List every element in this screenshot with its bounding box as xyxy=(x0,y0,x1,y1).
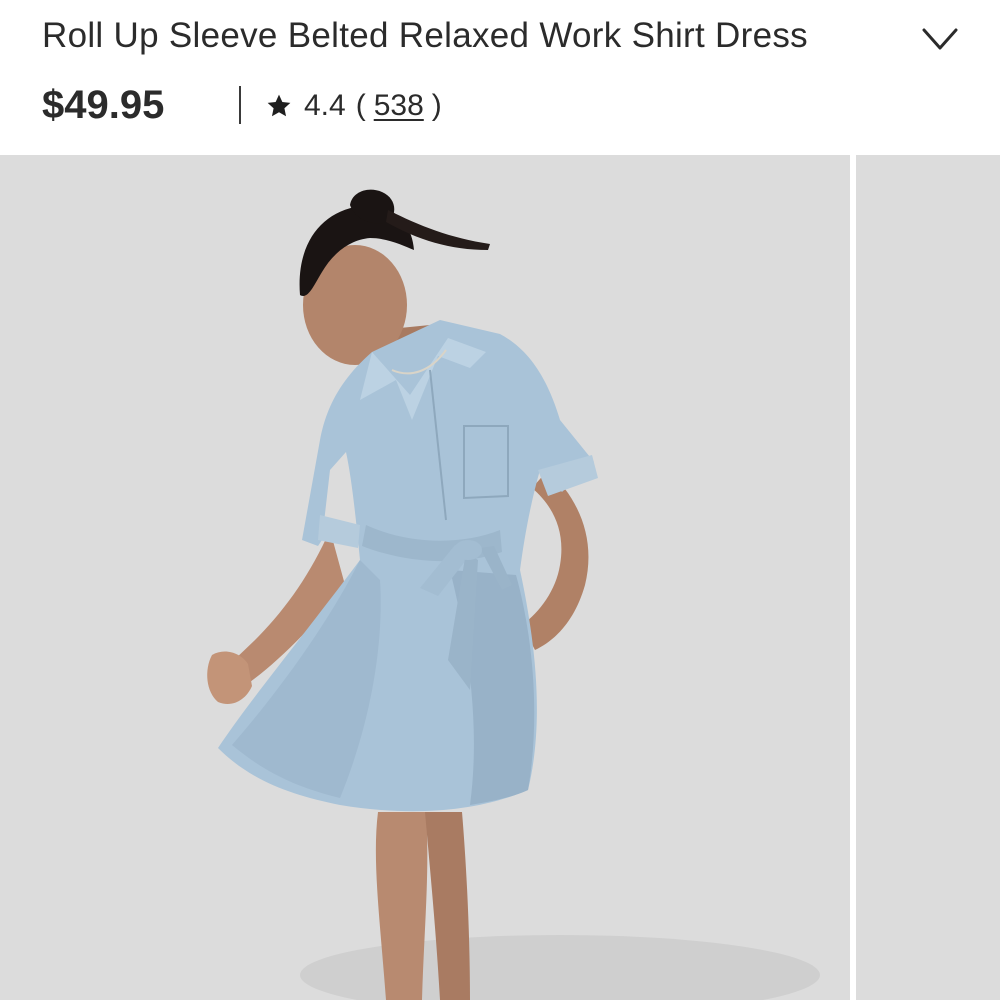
review-count-link[interactable]: 538 xyxy=(374,89,424,123)
rating-value: 4.4 xyxy=(304,89,346,122)
product-page: Roll Up Sleeve Belted Relaxed Work Shirt… xyxy=(0,0,1000,1000)
product-image-main[interactable] xyxy=(0,155,850,1000)
product-image-next[interactable] xyxy=(856,155,1000,1000)
product-image-gallery[interactable] xyxy=(0,155,1000,1000)
model-photo xyxy=(207,189,820,1000)
product-header: Roll Up Sleeve Belted Relaxed Work Shirt… xyxy=(0,0,1000,155)
product-price: $49.95 xyxy=(42,83,165,127)
price-divider xyxy=(239,86,241,124)
review-paren-open: ( xyxy=(355,89,366,122)
product-title: Roll Up Sleeve Belted Relaxed Work Shirt… xyxy=(42,16,808,55)
chevron-down-icon[interactable] xyxy=(918,22,962,56)
product-rating: 4.4 ( 538 ) xyxy=(266,84,442,128)
star-icon xyxy=(266,93,292,119)
review-paren-close: ) xyxy=(431,89,442,122)
